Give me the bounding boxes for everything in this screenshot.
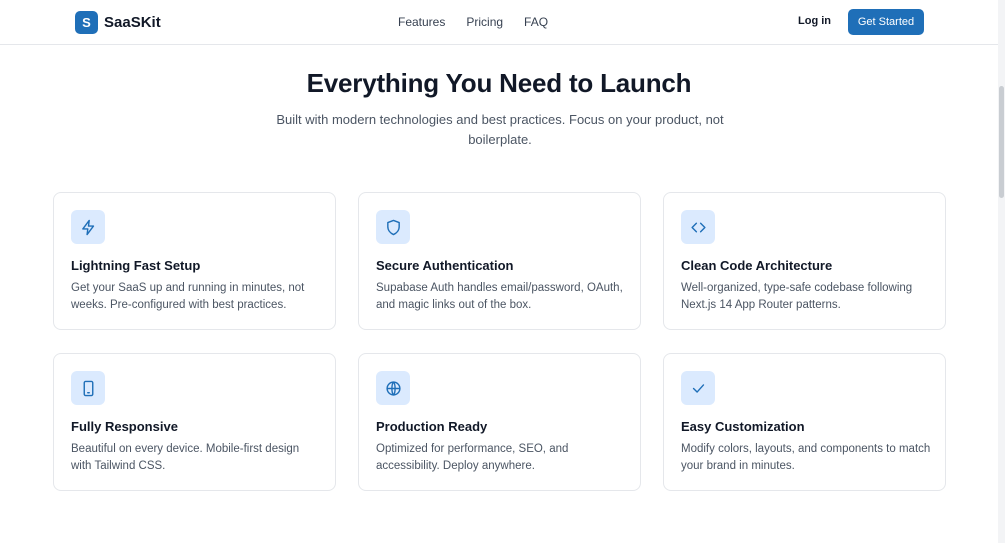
scrollbar-track[interactable] (998, 0, 1005, 543)
feature-card: Production Ready Optimized for performan… (358, 353, 641, 491)
feature-description: Modify colors, layouts, and components t… (681, 443, 931, 472)
check-icon (681, 371, 715, 405)
feature-card: Clean Code Architecture Well-organized, … (663, 192, 946, 330)
feature-description: Beautiful on every device. Mobile-first … (71, 443, 300, 472)
feature-card: Lightning Fast Setup Get your SaaS up an… (53, 192, 336, 330)
code-icon (681, 210, 715, 244)
feature-title: Lightning Fast Setup (71, 258, 201, 273)
feature-description: Optimized for performance, SEO, and acce… (376, 443, 569, 472)
lightning-icon (71, 210, 105, 244)
login-link[interactable]: Log in (798, 15, 831, 27)
feature-title: Clean Code Architecture (681, 258, 833, 273)
mobile-icon (71, 371, 105, 405)
nav-link-pricing[interactable]: Pricing (466, 15, 503, 29)
scrollbar-thumb[interactable] (999, 86, 1004, 198)
feature-card: Secure Authentication Supabase Auth hand… (358, 192, 641, 330)
get-started-button[interactable]: Get Started (848, 9, 924, 35)
nav-link-features[interactable]: Features (398, 15, 445, 29)
feature-card: Easy Customization Modify colors, layout… (663, 353, 946, 491)
feature-title: Easy Customization (681, 419, 805, 434)
shield-icon (376, 210, 410, 244)
feature-description: Get your SaaS up and running in minutes,… (71, 282, 305, 311)
feature-title: Secure Authentication (376, 258, 514, 273)
brand[interactable]: S SaaSKit (75, 11, 161, 34)
feature-card: Fully Responsive Beautiful on every devi… (53, 353, 336, 491)
feature-title: Production Ready (376, 419, 488, 434)
feature-description: Well-organized, type-safe codebase follo… (681, 282, 913, 311)
section-title: Everything You Need to Launch (306, 68, 692, 98)
nav-links: Features Pricing FAQ (398, 15, 548, 29)
nav-link-faq[interactable]: FAQ (524, 15, 548, 29)
brand-logo: S (75, 11, 98, 34)
feature-title: Fully Responsive (71, 419, 178, 434)
brand-name: SaaSKit (104, 14, 161, 31)
feature-description: Supabase Auth handles email/password, OA… (376, 282, 623, 311)
navbar: S SaaSKit Features Pricing FAQ Log in Ge… (0, 0, 998, 45)
section-subtitle: Built with modern technologies and best … (276, 112, 724, 147)
globe-icon (376, 371, 410, 405)
